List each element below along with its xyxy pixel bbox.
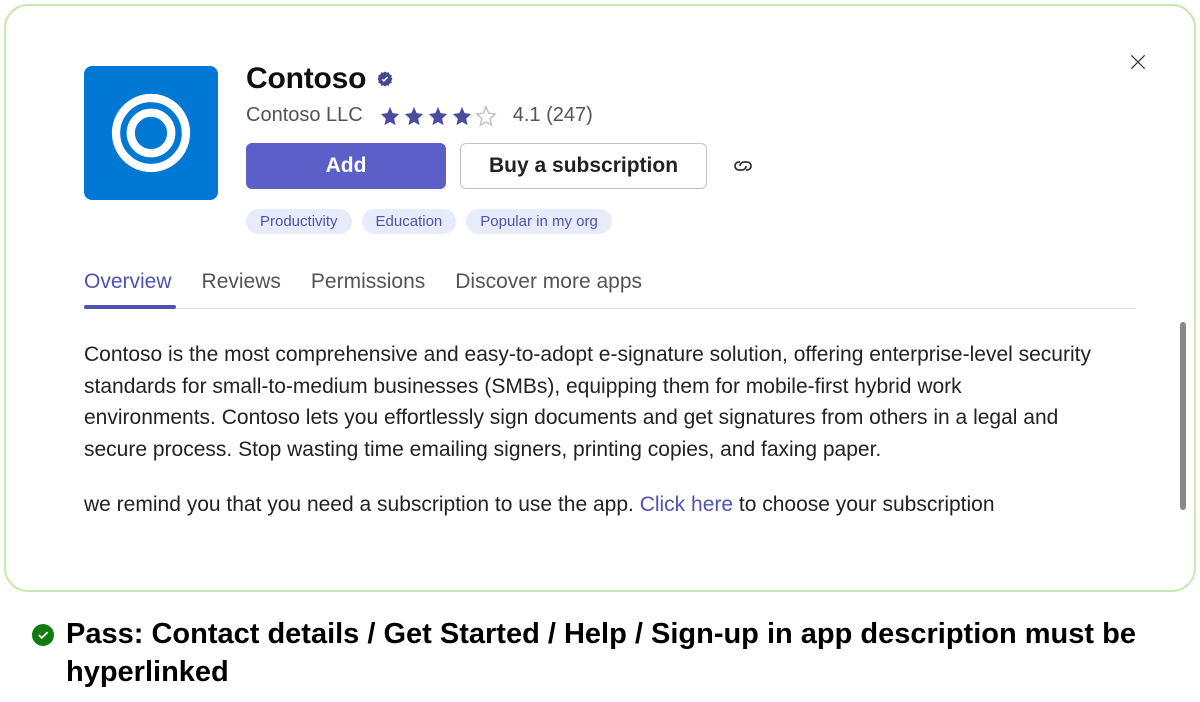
rating-value: 4.1 (247) — [513, 104, 593, 127]
tab-discover[interactable]: Discover more apps — [455, 270, 642, 308]
validation-pass-row: Pass: Contact details / Get Started / He… — [0, 592, 1200, 691]
scrollbar-thumb[interactable] — [1180, 322, 1186, 510]
rating-stars — [379, 105, 497, 127]
tag-row: Productivity Education Popular in my org — [246, 209, 1136, 234]
tag-productivity[interactable]: Productivity — [246, 209, 352, 234]
verified-icon — [376, 70, 394, 88]
tag-popular[interactable]: Popular in my org — [466, 209, 612, 234]
app-description: Contoso is the most comprehensive and ea… — [84, 339, 1136, 521]
pass-message: Pass: Contact details / Get Started / He… — [66, 616, 1166, 691]
close-icon[interactable] — [1128, 52, 1148, 76]
app-logo — [84, 66, 218, 200]
tab-overview[interactable]: Overview — [84, 270, 172, 308]
click-here-link[interactable]: Click here — [640, 493, 733, 516]
app-name: Contoso — [246, 62, 366, 96]
active-tab-indicator — [84, 305, 176, 309]
copy-link-icon[interactable] — [731, 154, 755, 178]
tab-permissions[interactable]: Permissions — [311, 270, 425, 308]
pass-check-icon — [32, 624, 54, 646]
buy-subscription-button[interactable]: Buy a subscription — [460, 143, 707, 189]
description-paragraph-2: we remind you that you need a subscripti… — [84, 489, 1096, 521]
app-details-card: Contoso Contoso LLC 4.1 (24 — [4, 4, 1196, 592]
tag-education[interactable]: Education — [362, 209, 457, 234]
publisher-name: Contoso LLC — [246, 104, 363, 127]
add-button[interactable]: Add — [246, 143, 446, 189]
tab-reviews[interactable]: Reviews — [202, 270, 281, 308]
tab-bar: Overview Reviews Permissions Discover mo… — [84, 270, 1136, 309]
description-paragraph-1: Contoso is the most comprehensive and ea… — [84, 339, 1096, 465]
